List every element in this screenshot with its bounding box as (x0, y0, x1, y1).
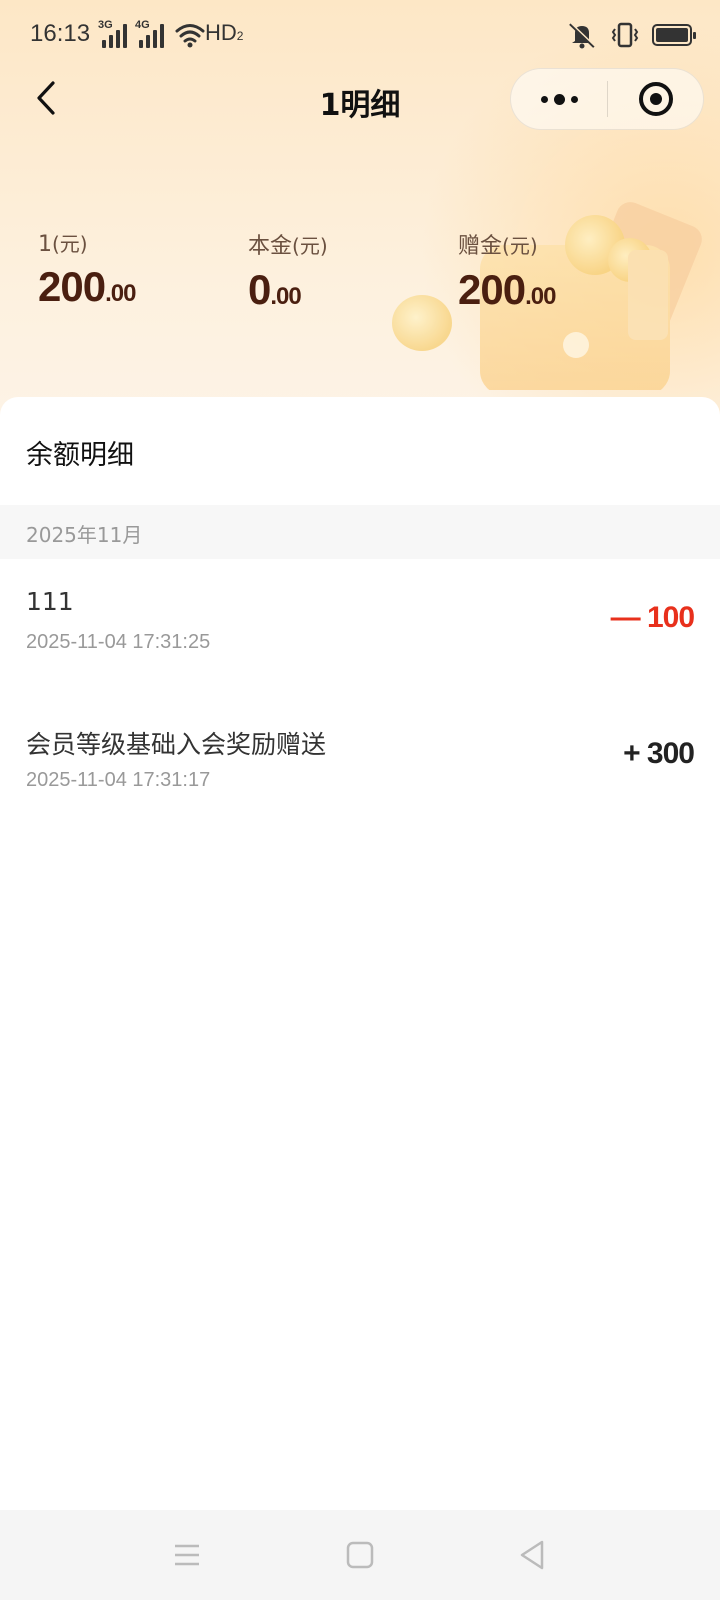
target-icon (638, 82, 673, 116)
transaction-title: 会员等级基础入会奖励赠送 (26, 730, 327, 759)
mute-bell-icon (569, 22, 596, 49)
balance-principal: 本金(元) 0.00 (248, 228, 328, 314)
miniprogram-capsule (510, 68, 704, 130)
status-bar: 16:13 3G 4G HD2 (0, 0, 720, 72)
balance-bonus: 赠金(元) 200.00 (458, 228, 556, 314)
signal-3g-icon: 3G (98, 19, 127, 48)
month-header: 2025年11月 (0, 505, 720, 559)
balance-total: 1(元) 200.00 (38, 228, 136, 311)
more-dot-center (553, 93, 565, 105)
transaction-row[interactable]: 会员等级基础入会奖励赠送 2025-11-04 17:31:17 + 300 (0, 725, 720, 845)
stat-label: 1(元) (38, 232, 88, 257)
battery-icon (652, 24, 696, 46)
balance-summary: 1(元) 200.00 本金(元) 0.00 赠金(元) 200.00 (0, 228, 720, 328)
vibrate-icon (611, 22, 639, 48)
section-title: 余额明细 (26, 440, 134, 471)
transaction-row[interactable]: 111 2025-11-04 17:31:25 — 100 (0, 587, 720, 707)
network-type-label: 3G (98, 19, 113, 31)
status-right-icons (566, 20, 696, 50)
transaction-amount: — 100 (610, 601, 695, 634)
stat-value: 200.00 (38, 263, 136, 310)
close-miniprogram-button[interactable] (608, 69, 703, 129)
home-icon[interactable] (343, 1538, 377, 1572)
balance-detail-card: 余额明细 2025年11月 111 2025-11-04 17:31:25 — … (0, 397, 720, 1507)
nav-bar: 1明细 (0, 64, 720, 132)
hd-indicator: HD2 (205, 20, 244, 45)
stat-value: 200.00 (458, 266, 556, 313)
transaction-amount: + 300 (623, 737, 695, 770)
more-dot-right (570, 95, 578, 103)
month-label: 2025年11月 (26, 523, 143, 547)
status-time: 16:13 (30, 20, 91, 47)
back-triangle-icon[interactable] (515, 1538, 549, 1572)
signal-4g-icon: 4G (135, 19, 164, 48)
stat-label: 赠金(元) (458, 234, 538, 259)
system-nav-bar (0, 1510, 720, 1600)
more-button[interactable] (511, 69, 607, 129)
transaction-time: 2025-11-04 17:31:17 (26, 769, 211, 791)
stat-label: 本金(元) (248, 234, 328, 259)
stat-value: 0.00 (248, 266, 302, 313)
transaction-time: 2025-11-04 17:31:25 (26, 631, 211, 653)
network-type-label: 4G (135, 19, 150, 31)
wifi-icon (175, 24, 205, 48)
transaction-title: 111 (26, 587, 74, 616)
more-dots-icon (540, 95, 548, 103)
menu-icon[interactable] (170, 1538, 204, 1572)
